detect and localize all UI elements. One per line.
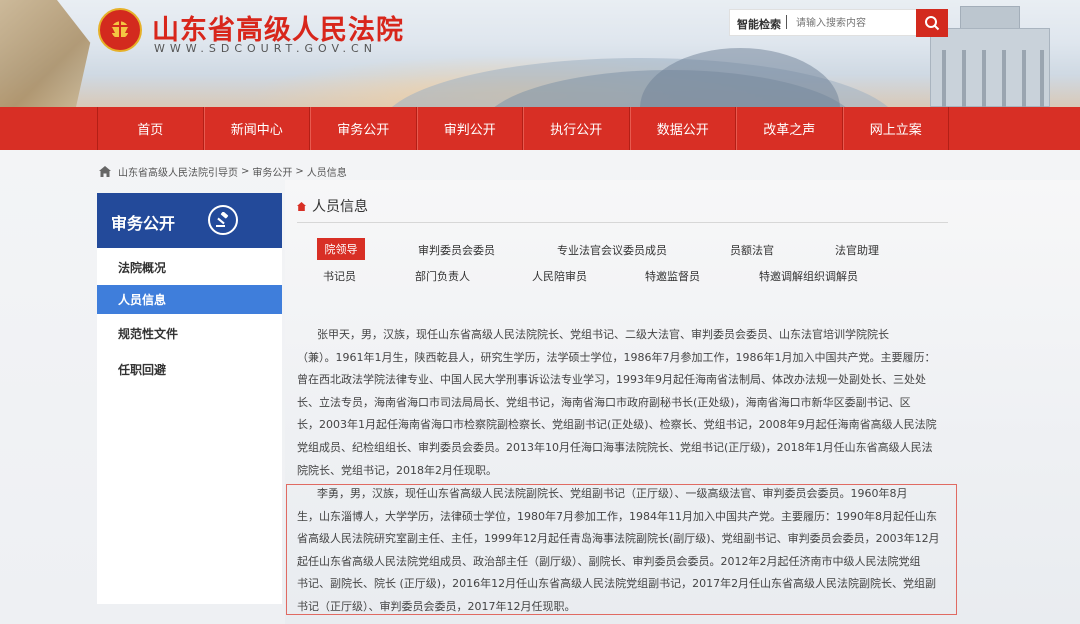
tab-invited-supervisors[interactable]: 特邀监督员 — [645, 268, 700, 284]
tab-judicial-committee[interactable]: 审判委员会委员 — [418, 242, 495, 258]
tab-quota-judges[interactable]: 员额法官 — [730, 242, 774, 258]
profile-paragraph-2: 李勇，男，汉族，现任山东省高级人民法院副院长、党组副书记（正厅级）、一级高级法官… — [297, 483, 952, 619]
search-label: 智能检索 — [737, 18, 781, 31]
search-box: 智能检索 — [729, 9, 948, 37]
profile-1-line-3: 曾在西北政法学院法律专业、中国人民大学刑事诉讼法专业学习，1993年9月起任海南… — [297, 373, 926, 387]
sidebar-item-personnel[interactable]: 人员信息 — [97, 285, 282, 314]
site-header: 山东省高级人民法院 WWW.SDCOURT.GOV.CN 智能检索 — [0, 0, 1080, 107]
profile-2-line-1: 李勇，男，汉族，现任山东省高级人民法院副院长、党组副书记（正厅级）、一级高级法官… — [317, 487, 908, 500]
profile-2-line-2: 生，山东淄博人，大学学历，法律硕士学位，1980年7月参加工作，1984年11月… — [297, 509, 937, 523]
nav-news[interactable]: 新闻中心 — [203, 107, 310, 150]
profile-1-line-5: 长，2003年1月起任海南省海口市检察院副检察长、党组副书记(正处级)、检察长、… — [297, 418, 937, 432]
sidebar-title: 审务公开 — [111, 214, 176, 233]
page-title: 人员信息 — [297, 196, 368, 216]
profile-1-line-1: 张甲天，男，汉族，现任山东省高级人民法院院长、党组书记、二级大法官、审判委员会委… — [317, 328, 889, 341]
search-input[interactable] — [796, 14, 914, 32]
profile-2-line-4: 起任山东省高级人民法院党组成员、政治部主任（副厅级）、副院长、审判委员会委员。2… — [297, 554, 921, 568]
breadcrumb-item-current: 人员信息 — [306, 168, 347, 179]
profile-1-line-6: 党组成员、纪检组组长、审判委员会委员。2013年10月任海口海事法院院长、党组书… — [297, 440, 933, 454]
profile-1-line-7: 院院长、党组书记，2018年2月任现职。 — [297, 463, 497, 477]
home-small-icon — [297, 201, 306, 211]
nav-trial[interactable]: 审判公开 — [416, 107, 523, 150]
profile-1-line-4: 长、立法专员，海南省海口市司法局局长、党组书记，海南省海口市政府副秘书长(正处级… — [297, 395, 911, 409]
breadcrumb-item-home[interactable]: 山东省高级人民法院引导页 — [118, 164, 238, 179]
site-url: WWW.SDCOURT.GOV.CN — [154, 42, 377, 55]
breadcrumb: 山东省高级人民法院引导页 > 审务公开 > 人员信息 — [99, 164, 347, 179]
gavel-icon — [208, 205, 238, 235]
profile-2-line-6: 书记（正厅级）、审判委员会委员，2017年12月任现职。 — [297, 599, 576, 613]
sidebar-item-recusal[interactable]: 任职回避 — [97, 355, 282, 384]
nav-execution[interactable]: 执行公开 — [523, 107, 630, 150]
nav-affairs[interactable]: 审务公开 — [310, 107, 417, 150]
tab-judge-assistants[interactable]: 法官助理 — [835, 242, 879, 258]
page-title-text: 人员信息 — [312, 199, 368, 215]
tab-clerks[interactable]: 书记员 — [323, 268, 356, 284]
sidebar-header: 审务公开 — [97, 193, 282, 248]
sidebar-item-court-overview[interactable]: 法院概况 — [97, 253, 282, 282]
breadcrumb-item-affairs[interactable]: 审务公开 — [252, 164, 292, 179]
tab-department-heads[interactable]: 部门负责人 — [415, 268, 470, 284]
sidebar-item-normative-docs[interactable]: 规范性文件 — [97, 319, 282, 348]
tab-mediators[interactable]: 特邀调解组织调解员 — [759, 268, 858, 284]
search-icon — [925, 16, 940, 31]
home-icon[interactable] — [99, 166, 111, 177]
search-button[interactable] — [916, 9, 948, 37]
nav-home[interactable]: 首页 — [97, 107, 204, 150]
profile-1-line-2: （兼）。1961年1月生，陕西乾县人，研究生学历，法学硕士学位，1986年7月参… — [297, 350, 936, 364]
nav-data[interactable]: 数据公开 — [629, 107, 736, 150]
tab-court-leaders[interactable]: 院领导 — [317, 238, 365, 260]
nav-online-filing[interactable]: 网上立案 — [842, 107, 949, 150]
profile-2-line-3: 省高级人民法院研究室副主任、主任，1999年12月起任青岛海事法院副院长(副厅级… — [297, 532, 940, 546]
sidebar: 审务公开 法院概况 人员信息 规范性文件 任职回避 — [97, 193, 282, 604]
court-emblem-icon[interactable] — [98, 8, 142, 52]
main-nav: 首页 新闻中心 审务公开 审判公开 执行公开 数据公开 改革之声 网上立案 — [0, 107, 1080, 150]
profile-2-line-5: 书记、副院长、院长 (正厅级)，2016年12月任山东省高级人民法院党组副书记，… — [297, 577, 937, 591]
tab-jurors[interactable]: 人民陪审员 — [532, 268, 587, 284]
lion-statue-image — [0, 0, 91, 107]
nav-reform[interactable]: 改革之声 — [736, 107, 843, 150]
profile-paragraph-1: 张甲天，男，汉族，现任山东省高级人民法院院长、党组书记、二级大法官、审判委员会委… — [297, 324, 952, 482]
tab-judges-meeting[interactable]: 专业法官会议委员成员 — [557, 242, 667, 258]
